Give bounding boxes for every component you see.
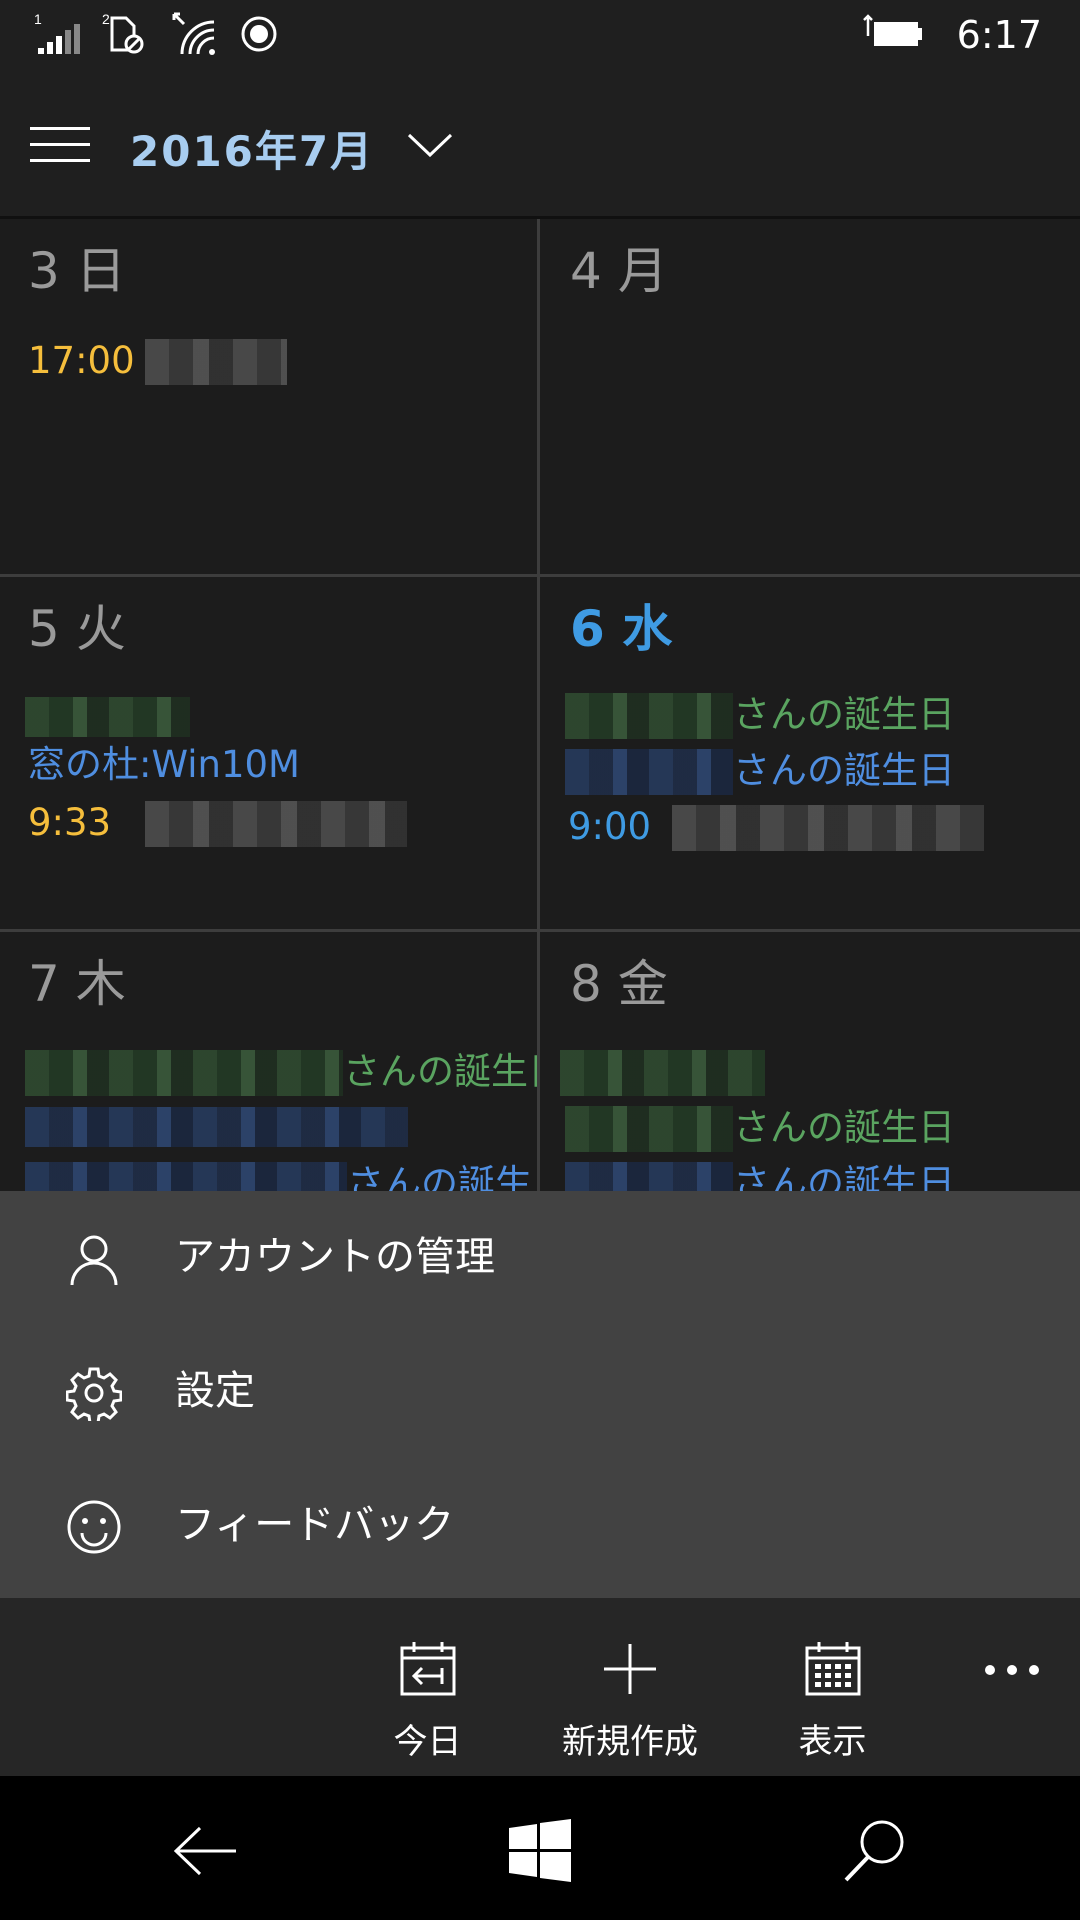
event-title[interactable]: さんの誕生日 (343, 1048, 537, 1096)
day-cell[interactable]: 8 金 さんの誕生日 さんの誕生日 (540, 932, 1080, 1194)
hamburger-menu-icon[interactable] (30, 125, 90, 165)
month-title[interactable]: 2016年7月 (130, 118, 374, 179)
new-event-label: 新規作成 (562, 1722, 698, 1762)
event-title-redacted (672, 805, 984, 851)
event-title-redacted (565, 1106, 733, 1152)
sim1-label: 1 (34, 11, 42, 27)
view-button[interactable]: 表示 (775, 1598, 890, 1776)
wifi-icon (172, 12, 215, 55)
day-label: 5 火 (28, 600, 126, 658)
view-label: 表示 (798, 1722, 867, 1762)
windows-logo-icon[interactable] (505, 1816, 575, 1886)
event-title-redacted (25, 1050, 343, 1096)
event-title-redacted (25, 1162, 347, 1194)
status-time: 6:17 (956, 13, 1042, 57)
event-title[interactable]: さんの誕生日 (733, 691, 955, 739)
event-time[interactable]: 17:00 (28, 337, 135, 385)
person-icon (70, 1235, 118, 1286)
event-title[interactable]: 窓の杜:Win10M (28, 741, 300, 789)
search-icon[interactable] (840, 1816, 910, 1886)
back-arrow-icon[interactable] (170, 1816, 240, 1886)
event-title[interactable]: さんの誕生日 (347, 1160, 537, 1194)
menu-item-manage-accounts[interactable]: アカウントの管理 (0, 1191, 1080, 1325)
smiley-icon (67, 1500, 121, 1554)
plus-icon (604, 1644, 656, 1694)
day-label: 8 金 (570, 955, 668, 1013)
event-title[interactable]: さんの誕生日 (733, 1104, 955, 1152)
hamburger-menu-panel: アカウントの管理 設定 フィードバック (0, 1191, 1080, 1598)
event-title-redacted (145, 801, 407, 847)
sim2-no-data-icon: 2 (102, 11, 144, 54)
event-time[interactable]: 9:33 (28, 799, 111, 847)
event-title-redacted (565, 1162, 733, 1194)
day-label-today: 6 水 (570, 600, 673, 658)
system-nav-bar (0, 1776, 1080, 1920)
event-title-redacted (25, 697, 190, 737)
today-button[interactable]: 今日 (370, 1598, 485, 1776)
event-title-redacted (145, 339, 287, 385)
event-title[interactable]: さんの誕生日 (733, 747, 955, 795)
menu-item-settings[interactable]: 設定 (0, 1325, 1080, 1459)
menu-item-label: 設定 (175, 1368, 255, 1414)
calendar-grid: 3 日 17:00 4 月 5 火 窓の杜:Win10M 9:33 6 水 さん… (0, 216, 1080, 1194)
day-label: 7 木 (28, 955, 126, 1013)
day-label: 3 日 (28, 242, 126, 300)
day-cell[interactable]: 5 火 窓の杜:Win10M 9:33 (0, 577, 537, 929)
event-title[interactable]: さんの誕生日 (733, 1160, 955, 1194)
event-title-redacted (25, 1107, 408, 1147)
more-icon[interactable] (982, 1660, 1042, 1680)
status-bar: 1 2 6:17 (0, 0, 1080, 70)
gear-icon (66, 1367, 122, 1421)
battery-charging-icon (863, 14, 922, 46)
day-cell[interactable]: 7 木 さんの誕生日 さんの誕生日 (0, 932, 537, 1194)
menu-item-feedback[interactable]: フィードバック (0, 1459, 1080, 1593)
header: 2016年7月 (0, 70, 1080, 216)
location-icon (241, 16, 277, 52)
menu-item-label: フィードバック (175, 1502, 455, 1548)
event-title-redacted (560, 1050, 765, 1096)
new-event-button[interactable]: 新規作成 (545, 1598, 715, 1776)
day-cell[interactable]: 4 月 (540, 219, 1080, 574)
app-bar: 今日 新規作成 表示 (0, 1598, 1080, 1776)
event-title-redacted (565, 749, 733, 795)
today-label: 今日 (393, 1722, 462, 1762)
calendar-today-icon (400, 1642, 455, 1696)
calendar-view-icon (805, 1642, 860, 1696)
sim2-label: 2 (102, 11, 110, 27)
day-cell-today[interactable]: 6 水 さんの誕生日 さんの誕生日 9:00 (540, 577, 1080, 929)
signal-icon: 1 (34, 11, 80, 54)
event-time[interactable]: 9:00 (568, 803, 651, 851)
chevron-down-icon[interactable] (405, 125, 455, 161)
event-title-redacted (565, 693, 733, 739)
menu-item-label: アカウントの管理 (175, 1234, 495, 1280)
day-cell[interactable]: 3 日 17:00 (0, 219, 537, 574)
day-label: 4 月 (570, 242, 668, 300)
